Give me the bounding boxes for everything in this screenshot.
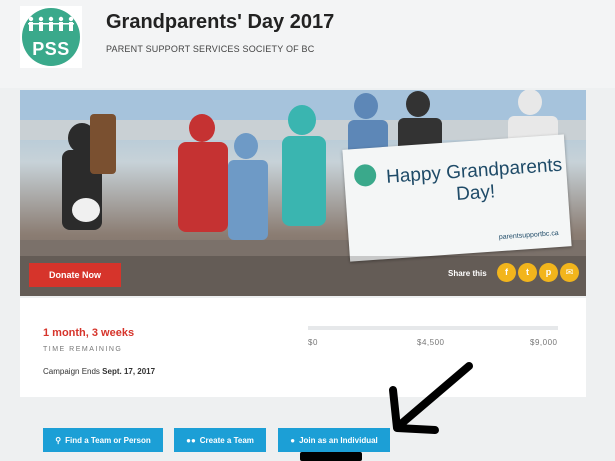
logo-text: PSS	[32, 39, 70, 59]
banner-logo-icon	[353, 163, 377, 188]
search-icon: ⚲	[55, 435, 62, 445]
donate-now-button[interactable]: Donate Now	[29, 263, 121, 287]
organization-name: PARENT SUPPORT SERVICES SOCIETY OF BC	[106, 44, 315, 54]
join-individual-button[interactable]: ● Join as an Individual	[278, 428, 390, 452]
fundraising-progress-bar	[308, 326, 558, 330]
banner-url: parentsupportbc.ca	[498, 229, 559, 242]
twitter-share-icon[interactable]: t	[518, 263, 537, 282]
find-team-label: Find a Team or Person	[65, 435, 151, 445]
join-individual-label: Join as an Individual	[299, 435, 378, 445]
share-label: Share this	[448, 269, 487, 278]
page-title: Grandparents' Day 2017	[106, 11, 335, 33]
happy-grandparents-banner: Happy Grandparents Day! parentsupportbc.…	[342, 134, 572, 262]
people-icon	[28, 16, 74, 31]
create-team-label: Create a Team	[199, 435, 254, 445]
pss-logo: PSS	[20, 6, 82, 68]
create-team-button[interactable]: ●● Create a Team	[174, 428, 266, 452]
email-share-icon[interactable]: ✉	[560, 263, 579, 282]
progress-scale-mid: $4,500	[417, 338, 445, 347]
campaign-end-date: Campaign Ends Sept. 17, 2017	[43, 367, 155, 376]
page-header: PSS Grandparents' Day 2017 PARENT SUPPOR…	[0, 0, 615, 88]
facebook-share-icon[interactable]: f	[497, 263, 516, 282]
time-remaining-value: 1 month, 3 weeks	[43, 327, 135, 339]
progress-scale-max: $9,000	[530, 338, 558, 347]
pinterest-share-icon[interactable]: p	[539, 263, 558, 282]
hero-image: Happy Grandparents Day! parentsupportbc.…	[20, 90, 586, 296]
campaign-stats-panel: 1 month, 3 weeks TIME REMAINING Campaign…	[20, 298, 586, 397]
campaign-ends-date-value: Sept. 17, 2017	[102, 367, 156, 376]
progress-scale-min: $0	[308, 338, 318, 347]
user-icon: ●	[290, 435, 296, 445]
campaign-ends-label: Campaign Ends	[43, 367, 100, 376]
annotation-underline	[300, 452, 362, 461]
banner-text: Happy Grandparents Day!	[385, 154, 563, 206]
group-icon: ●●	[186, 435, 196, 445]
find-team-button[interactable]: ⚲ Find a Team or Person	[43, 428, 163, 452]
time-remaining-label: TIME REMAINING	[43, 346, 123, 353]
annotation-arrow-icon	[389, 362, 473, 434]
